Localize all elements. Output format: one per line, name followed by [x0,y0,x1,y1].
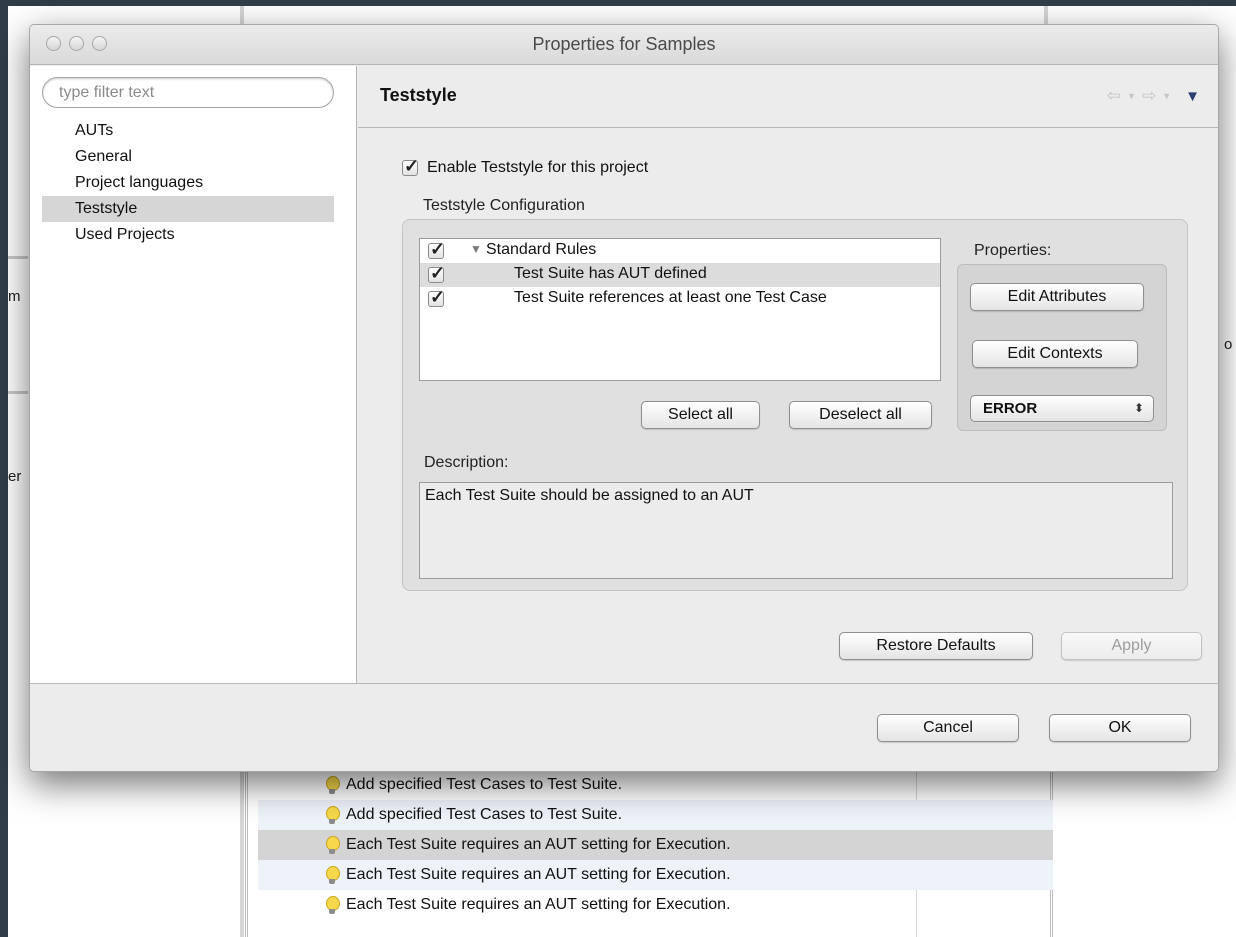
description-text: Each Test Suite should be assigned to an… [419,482,1173,579]
enable-teststyle-label: Enable Teststyle for this project [427,159,649,176]
background-stub-text: er [8,468,22,485]
severity-select[interactable]: ERROR ⬍ [970,395,1154,422]
preferences-sidebar: AUTs General Project languages Teststyle… [30,66,357,683]
select-all-button[interactable]: Select all [641,401,760,429]
cancel-button[interactable]: Cancel [877,714,1019,742]
back-dropdown-icon[interactable]: ▼ [1127,91,1136,101]
list-item-text: Add specified Test Cases to Test Suite. [346,806,623,823]
lightbulb-icon [324,835,340,855]
edit-attributes-button[interactable]: Edit Attributes [970,283,1144,311]
page-header: Teststyle ⇦ ▼ ⇨ ▼ ▼ [358,66,1218,128]
properties-box: Edit Attributes Edit Contexts ERROR ⬍ [957,264,1167,431]
list-item-text: Each Test Suite requires an AUT setting … [346,836,731,853]
list-item[interactable]: Add specified Test Cases to Test Suite. [258,770,1053,800]
list-item[interactable]: Add specified Test Cases to Test Suite. [258,800,1053,830]
background-divider [8,256,28,259]
forward-dropdown-icon[interactable]: ▼ [1162,91,1171,101]
sidebar-item-auts[interactable]: AUTs [42,118,334,144]
expand-triangle-icon[interactable]: ▼ [470,242,482,256]
rule-group-row[interactable]: ▼ Standard Rules [420,239,940,263]
ok-button[interactable]: OK [1049,714,1191,742]
checkbox-icon[interactable] [402,156,419,177]
checkbox-icon[interactable] [428,287,445,308]
background-divider [8,391,28,394]
properties-dialog: Properties for Samples AUTs General Proj… [29,24,1219,772]
dialog-titlebar[interactable]: Properties for Samples [30,25,1218,65]
properties-label: Properties: [974,242,1052,259]
list-item-text: Add specified Test Cases to Test Suite. [346,776,623,793]
lightbulb-icon [324,805,340,825]
lightbulb-icon [324,775,340,795]
list-item-text: Each Test Suite requires an AUT setting … [346,866,731,883]
updown-arrows-icon: ⬍ [1133,401,1144,415]
back-arrow-icon[interactable]: ⇦ [1107,86,1121,106]
list-item[interactable]: Each Test Suite requires an AUT setting … [258,860,1053,890]
deselect-all-button[interactable]: Deselect all [789,401,932,429]
page-title: Teststyle [380,85,457,105]
rule-row[interactable]: Test Suite has AUT defined [420,263,940,287]
sidebar-item-project-languages[interactable]: Project languages [42,170,334,196]
sidebar-item-teststyle[interactable]: Teststyle [42,196,334,222]
apply-button[interactable]: Apply [1061,632,1202,660]
enable-teststyle-checkbox[interactable]: Enable Teststyle for this project [402,156,649,177]
sidebar-item-used-projects[interactable]: Used Projects [42,222,334,248]
dialog-title: Properties for Samples [532,34,716,54]
lightbulb-icon [324,865,340,885]
list-item[interactable]: Each Test Suite requires an AUT setting … [258,890,1053,920]
description-label: Description: [424,454,509,471]
severity-value: ERROR [983,400,1038,417]
page-content: Teststyle ⇦ ▼ ⇨ ▼ ▼ Enable Teststyle for t… [358,66,1218,683]
filter-input[interactable] [42,77,334,108]
page-tree: AUTs General Project languages Teststyle… [42,118,334,248]
rule-row[interactable]: Test Suite references at least one Test … [420,287,940,311]
lightbulb-icon [324,895,340,915]
background-stub-text: o [1224,336,1233,353]
edit-contexts-button[interactable]: Edit Contexts [972,340,1138,368]
page-navigation: ⇦ ▼ ⇨ ▼ ▼ [1107,86,1200,106]
rule-label: Test Suite has AUT defined [514,265,707,282]
rule-label: Test Suite references at least one Test … [514,289,827,306]
forward-arrow-icon[interactable]: ⇨ [1142,86,1156,106]
rule-group-label: Standard Rules [486,241,597,258]
checkbox-icon[interactable] [428,239,445,260]
rules-tree: ▼ Standard Rules Test Suite has AUT defi… [419,238,941,381]
teststyle-config-group: ▼ Standard Rules Test Suite has AUT defi… [402,219,1188,591]
config-group-title: Teststyle Configuration [423,197,585,214]
background-stub-text: m [8,288,21,305]
sidebar-item-general[interactable]: General [42,144,334,170]
list-item-text: Each Test Suite requires an AUT setting … [346,896,731,913]
dialog-footer: Cancel OK [30,683,1218,771]
restore-defaults-button[interactable]: Restore Defaults [839,632,1033,660]
checkbox-icon[interactable] [428,263,445,284]
view-menu-icon[interactable]: ▼ [1185,88,1200,105]
background-problems-panel: Add specified Test Cases to Test Suite. … [245,760,1053,937]
list-item[interactable]: Each Test Suite requires an AUT setting … [258,830,1053,860]
